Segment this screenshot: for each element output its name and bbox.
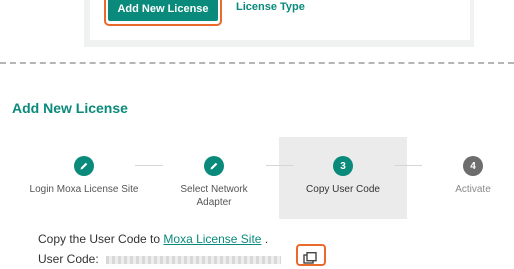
instruction-suffix: . (264, 232, 269, 246)
dashed-divider (0, 62, 514, 64)
license-type-column-header[interactable]: License Type (236, 1, 305, 13)
step-copy-user-code: 3 Copy User Code (283, 156, 403, 196)
pencil-icon (74, 156, 94, 176)
step-select-network-adapter: Select Network Adapter (154, 156, 274, 209)
user-code-label: User Code: (38, 252, 99, 266)
step-label: Activate (455, 184, 491, 195)
step-label: Copy User Code (306, 184, 380, 195)
instruction-text: Copy the User Code to Moxa License Site … (38, 232, 268, 246)
copy-icon[interactable] (303, 251, 317, 264)
step-number-badge: 4 (463, 156, 483, 176)
step-login: Login Moxa License Site (24, 156, 144, 196)
moxa-license-site-link[interactable]: Moxa License Site (163, 232, 261, 246)
pencil-icon (204, 156, 224, 176)
instruction-prefix: Copy the User Code to (38, 232, 161, 246)
step-activate: 4 Activate (413, 156, 514, 196)
step-label: Select Network Adapter (180, 184, 248, 208)
section-title: Add New License (12, 100, 128, 116)
user-code-row: User Code: (38, 252, 282, 266)
add-new-license-button[interactable]: Add New License (108, 0, 218, 21)
step-number-badge: 3 (333, 156, 353, 176)
step-label: Login Moxa License Site (29, 184, 139, 195)
